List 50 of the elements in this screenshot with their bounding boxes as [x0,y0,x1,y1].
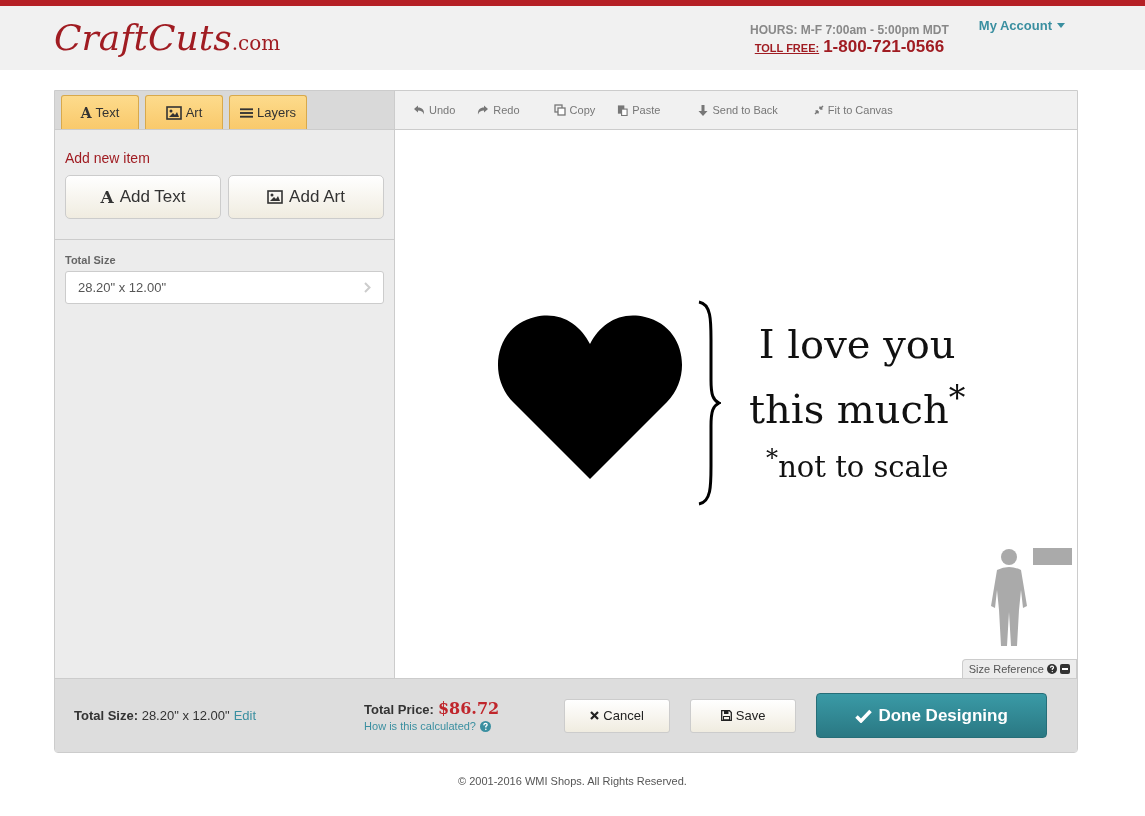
tab[interactable]: A Text [61,95,139,129]
image-icon [267,190,284,204]
compress-icon [813,105,824,115]
done-designing-button[interactable]: Done Designing [816,693,1048,738]
help-icon[interactable] [1047,664,1057,674]
toolbar-button[interactable]: Paste [617,104,661,116]
letter-a-icon: A [100,188,114,206]
toll-free-label: TOLL FREE: [754,42,820,54]
person-silhouette-icon [989,548,1029,648]
tab[interactable]: Art [145,95,223,129]
design-text[interactable]: $^{*}$not to scale [766,436,949,489]
letter-a-icon: A [80,105,92,120]
copyright-text: © 2001-2016 WMI Shops. All Rights Reserved. [457,775,688,787]
copy-icon [553,104,566,116]
field-label: Total Size [65,254,117,266]
minimize-icon[interactable] [1060,664,1070,674]
section-heading: Add new item [65,150,151,166]
add-button[interactable]: A Add Text [65,175,221,219]
heart-shape[interactable] [495,313,685,479]
size-reference-tab[interactable]: Size Reference [961,659,1077,678]
tab[interactable]: Layers [229,95,307,129]
logo[interactable]: CraftCuts.com [54,20,751,56]
toolbar-button[interactable]: Copy [553,104,596,116]
toolbar-button[interactable]: Undo [413,104,456,116]
total-size-text: Total Size: 28.20" x 12.00" [74,708,230,723]
redo-icon [477,105,490,115]
size-reference-shape [1033,548,1072,565]
price-label: Total Price: [364,702,434,717]
add-button[interactable]: Add Art [228,175,384,219]
phone-number: 1-800-721-0566 [823,37,945,57]
undo-icon [413,105,425,115]
checkmark-icon [855,708,873,723]
size-field[interactable]: 28.20" x 12.00" [65,271,384,304]
close-icon [590,711,600,720]
save-button[interactable]: Save [690,698,797,733]
cancel-button[interactable]: Cancel [564,698,671,733]
toolbar-button[interactable]: Send to Back [698,104,778,116]
design-text[interactable]: this much$^{*}$ [749,371,966,437]
paste-icon [617,104,629,116]
toolbar-button[interactable]: Redo [477,104,520,116]
menu-icon [240,106,253,119]
arrow-down-icon [698,104,709,116]
image-icon [165,105,182,120]
hours-text: HOURS: M-F 7:00am - 5:00pm MDT [750,23,949,37]
curly-brace-shape[interactable] [697,300,721,506]
toolbar-button[interactable]: Fit to Canvas [813,104,893,116]
chevron-right-icon [364,282,371,293]
design-text[interactable]: I love you [758,317,956,371]
price-value: $86.72 [437,699,500,718]
caret-icon [1057,23,1065,28]
